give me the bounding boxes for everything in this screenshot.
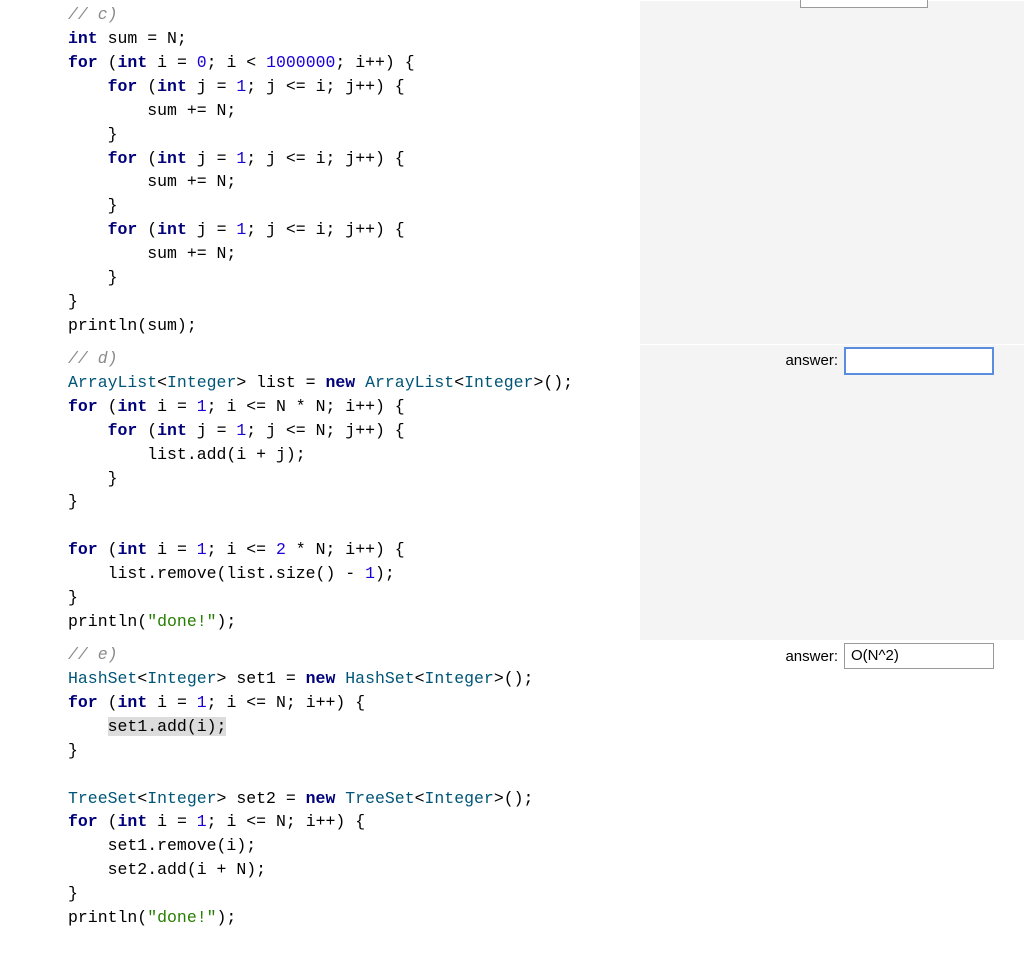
answer-label-d: answer:: [785, 347, 838, 372]
code-block-c: // c) int sum = N; for (int i = 0; i < 1…: [0, 1, 640, 344]
answer-area-c: answer:: [640, 1, 1024, 344]
question-row-e: // e) HashSet<Integer> set1 = new HashSe…: [0, 640, 1024, 936]
comment-d: // d): [68, 349, 118, 368]
comment-e: // e): [68, 645, 118, 664]
answer-label-e: answer:: [785, 643, 838, 668]
highlighted-code: set1.add(i);: [108, 717, 227, 736]
answer-input-e[interactable]: [844, 643, 994, 669]
question-row-d: // d) ArrayList<Integer> list = new Arra…: [0, 344, 1024, 640]
code-block-d: // d) ArrayList<Integer> list = new Arra…: [0, 345, 640, 640]
code-block-e: // e) HashSet<Integer> set1 = new HashSe…: [0, 641, 640, 936]
answer-area-e: answer:: [640, 641, 1024, 675]
comment-c: // c): [68, 5, 118, 24]
answer-input-c-top[interactable]: [800, 0, 928, 8]
question-row-c: // c) int sum = N; for (int i = 0; i < 1…: [0, 0, 1024, 344]
answer-input-d[interactable]: [844, 347, 994, 375]
answer-area-d: answer:: [640, 345, 1024, 640]
